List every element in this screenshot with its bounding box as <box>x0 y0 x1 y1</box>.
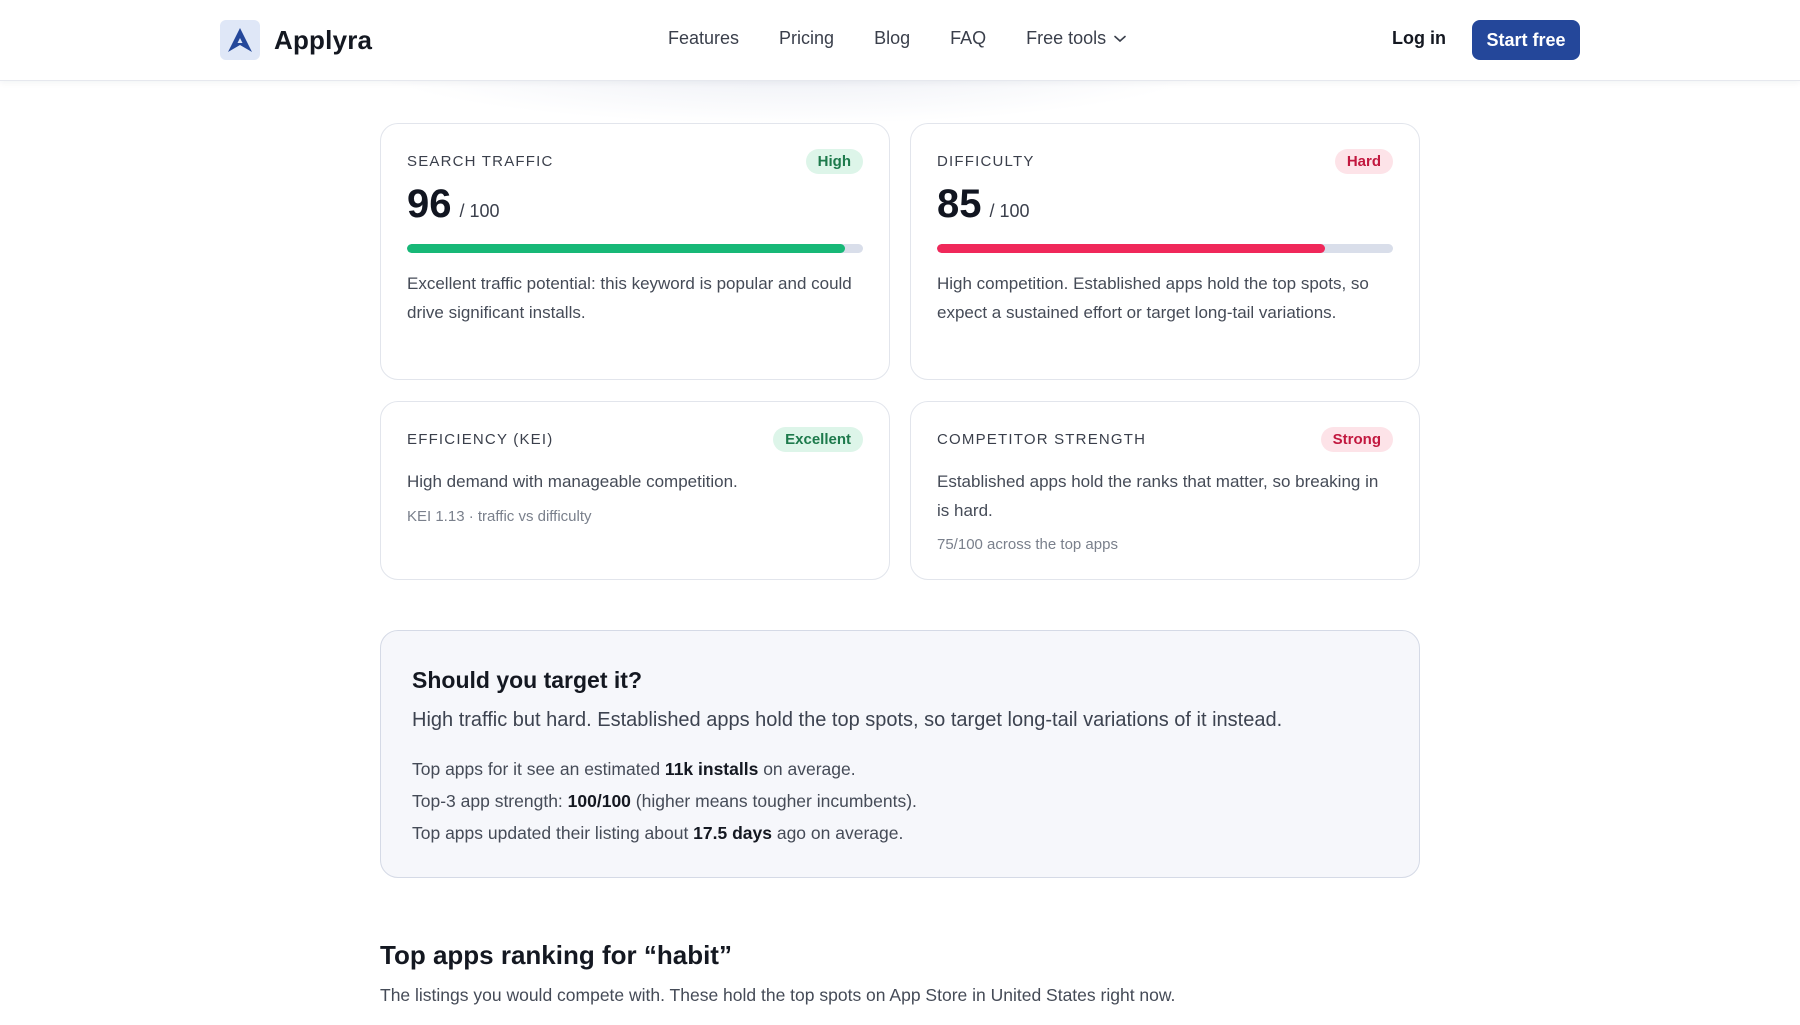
target-summary: High traffic but hard. Established apps … <box>412 709 1283 731</box>
strength-stat: Top-3 app strength: 100/100 (higher mean… <box>412 791 917 812</box>
card-label: EFFICIENCY (KEI) <box>407 430 554 448</box>
score: 96 / 100 <box>407 182 500 227</box>
status-badge: Strong <box>1320 426 1393 452</box>
nav-free-tools-label: Free tools <box>1026 28 1107 48</box>
card-description: High demand with manageable competition. <box>407 472 738 491</box>
brand-name: Applyra <box>274 24 373 55</box>
card-label: SEARCH TRAFFIC <box>407 152 554 170</box>
competitor-strength-card: COMPETITOR STRENGTH Strong Established a… <box>910 401 1420 580</box>
card-label: DIFFICULTY <box>937 152 1035 170</box>
site-header: Applyra Features Pricing Blog FAQ Free t… <box>0 0 1800 81</box>
section-subtitle: The listings you would compete with. The… <box>380 985 1176 1005</box>
score-max: / 100 <box>989 201 1030 221</box>
stat-text: (higher means tougher incumbents). <box>630 791 917 811</box>
card-description: High competition. Established apps hold … <box>937 274 1369 322</box>
nav-pricing[interactable]: Pricing <box>779 28 834 49</box>
stat-text: Top apps updated their listing about <box>412 823 694 843</box>
nav-faq[interactable]: FAQ <box>950 28 986 49</box>
difficulty-card: DIFFICULTY Hard 85 / 100 High competitio… <box>910 123 1420 380</box>
progress-fill <box>407 244 845 253</box>
stat-text: ago on average. <box>771 823 904 843</box>
progress-fill <box>937 244 1325 253</box>
stat-value: 11k installs <box>664 759 759 779</box>
search-traffic-card: SEARCH TRAFFIC High 96 / 100 Excellent t… <box>380 123 890 380</box>
update-stat: Top apps updated their listing about 17.… <box>412 823 903 844</box>
score-value: 85 <box>937 182 982 226</box>
stat-text: on average. <box>758 759 856 779</box>
card-meta: 75/100 across the top apps <box>937 536 1118 553</box>
progress-bar <box>407 244 863 253</box>
login-link[interactable]: Log in <box>1392 28 1446 49</box>
card-description: Excellent traffic potential: this keywor… <box>407 274 852 322</box>
efficiency-card: EFFICIENCY (KEI) Excellent High demand w… <box>380 401 890 580</box>
target-recommendation: Should you target it? High traffic but h… <box>380 630 1420 878</box>
score: 85 / 100 <box>937 182 1030 227</box>
chevron-down-icon <box>1114 35 1126 43</box>
brand-link[interactable]: Applyra <box>220 20 372 60</box>
installs-stat: Top apps for it see an estimated 11k ins… <box>412 759 856 780</box>
status-badge: Excellent <box>773 426 863 452</box>
stat-text: Top apps for it see an estimated <box>412 759 665 779</box>
score-value: 96 <box>407 182 452 226</box>
stat-value: 17.5 days <box>693 823 772 843</box>
section-title: Top apps ranking for “habit” <box>380 940 732 970</box>
stat-value: 100/100 <box>567 791 631 811</box>
status-badge: High <box>805 148 863 174</box>
card-meta: KEI 1.13 · traffic vs difficulty <box>407 508 592 525</box>
card-description: Established apps hold the ranks that mat… <box>937 472 1379 520</box>
nav-blog[interactable]: Blog <box>874 28 910 49</box>
status-badge: Hard <box>1334 148 1393 174</box>
score-max: / 100 <box>459 201 500 221</box>
card-label: COMPETITOR STRENGTH <box>937 430 1147 448</box>
nav-features[interactable]: Features <box>668 28 739 49</box>
progress-bar <box>937 244 1393 253</box>
stat-text: Top-3 app strength: <box>412 791 568 811</box>
applyra-logo-icon <box>220 20 260 60</box>
nav-free-tools[interactable]: Free tools <box>1026 28 1126 49</box>
start-free-button[interactable]: Start free <box>1472 20 1580 60</box>
main-nav: Features Pricing Blog FAQ Free tools <box>668 28 1166 49</box>
target-title: Should you target it? <box>412 667 642 693</box>
